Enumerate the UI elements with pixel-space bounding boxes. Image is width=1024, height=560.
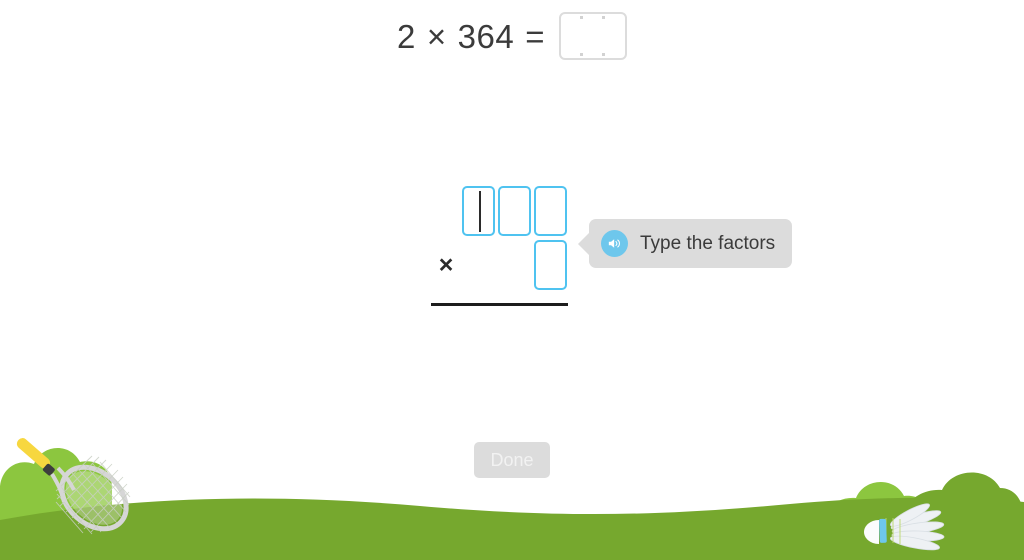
grass-hill (0, 497, 1024, 560)
bush-right-dark-icon (898, 472, 1024, 540)
equation-multiply-symbol: × (426, 17, 447, 55)
equation-left-operand: 2 (397, 17, 416, 55)
badminton-racket-icon (16, 438, 131, 535)
factor-cell-top-2-value (500, 188, 529, 234)
done-button[interactable]: Done (474, 442, 550, 478)
text-caret (478, 191, 481, 232)
factor-row-top (462, 186, 567, 236)
bush-right-light-icon (820, 481, 935, 540)
answer-box-tick-top-left (579, 16, 583, 19)
answer-box-tick-top-right (601, 16, 605, 19)
equation-equals-symbol: = (525, 17, 545, 55)
hint-text: Type the factors (640, 232, 776, 254)
multiplication-rule-line (431, 303, 568, 306)
answer-box-tick-bottom-left (579, 53, 583, 56)
factor-cell-bottom-1-value (536, 242, 565, 288)
scenery-illustration (0, 438, 1024, 560)
equation-bar: 2 × 364 = (0, 0, 1024, 80)
equation-right-operand: 364 (457, 17, 515, 55)
factor-cell-top-3[interactable] (534, 186, 567, 236)
answer-box-tick-bottom-right (601, 53, 605, 56)
multiplication-operator: × (438, 250, 454, 279)
factor-row-bottom (534, 240, 567, 290)
factor-cell-bottom-1[interactable] (534, 240, 567, 290)
speaker-icon[interactable] (601, 230, 628, 257)
factor-cell-top-2[interactable] (498, 186, 531, 236)
factor-cell-top-1[interactable] (462, 186, 495, 236)
shuttlecock-icon (864, 503, 945, 551)
hint-tooltip: Type the factors (577, 219, 793, 268)
equation-expression: 2 × 364 = (397, 12, 627, 60)
answer-input-box[interactable] (558, 12, 627, 60)
bush-left-icon (0, 447, 112, 530)
vertical-multiplication-workspace: × (430, 186, 570, 308)
factor-cell-top-3-value (536, 188, 565, 234)
